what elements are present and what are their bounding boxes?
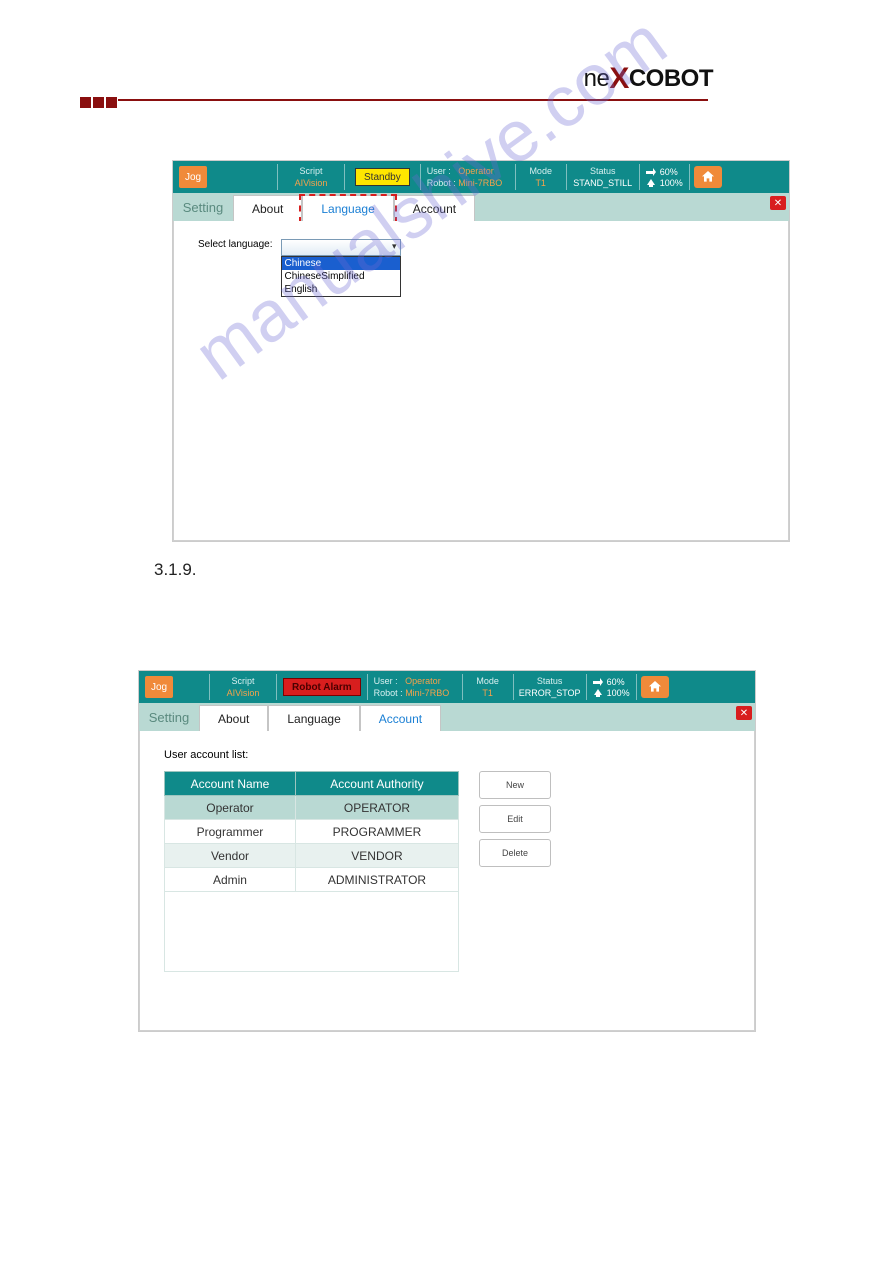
status-value: ERROR_STOP bbox=[519, 687, 581, 699]
delete-button[interactable]: Delete bbox=[479, 839, 551, 867]
script-value: AIVision bbox=[295, 177, 328, 189]
user-label: User : bbox=[374, 676, 398, 686]
script-label: Script bbox=[299, 165, 322, 177]
header-squares bbox=[80, 97, 117, 108]
select-language-label: Select language: bbox=[198, 239, 273, 250]
tab-language[interactable]: Language bbox=[302, 195, 393, 221]
robot-label: Robot : bbox=[374, 688, 403, 698]
status-label: Status bbox=[590, 165, 616, 177]
robot-value: Mini-7RBO bbox=[458, 178, 502, 188]
language-option-chinese-simplified[interactable]: ChineseSimplified bbox=[282, 270, 400, 283]
table-footer-blank bbox=[164, 892, 459, 972]
page-header: neXCOBOT bbox=[0, 0, 893, 100]
status-value: STAND_STILL bbox=[573, 177, 632, 189]
user-account-list-label: User account list: bbox=[164, 749, 730, 761]
override-icon bbox=[646, 179, 656, 187]
th-account-name: Account Name bbox=[165, 772, 296, 796]
setting-label: Setting bbox=[139, 703, 199, 731]
edit-button[interactable]: Edit bbox=[479, 805, 551, 833]
jog-button[interactable]: Jog bbox=[145, 676, 173, 698]
tab-language[interactable]: Language bbox=[268, 705, 359, 731]
robot-label: Robot : bbox=[427, 178, 456, 188]
speed-column: 60% 100% bbox=[640, 161, 689, 193]
tab-about[interactable]: About bbox=[233, 195, 302, 221]
header-rule bbox=[80, 94, 708, 106]
jog-button[interactable]: Jog bbox=[179, 166, 207, 188]
user-value: Operator bbox=[405, 676, 441, 686]
th-account-authority: Account Authority bbox=[295, 772, 458, 796]
section-number: 3.1.9. bbox=[154, 560, 793, 580]
nexcobot-logo: neXCOBOT bbox=[584, 62, 713, 96]
home-icon bbox=[647, 679, 663, 695]
close-button[interactable]: ✕ bbox=[736, 706, 752, 720]
status-pill-alarm: Robot Alarm bbox=[283, 678, 361, 696]
top-bar: Jog Script AIVision Standby User : Opera… bbox=[173, 161, 789, 193]
user-value: Operator bbox=[458, 166, 494, 176]
language-settings-window: Jog Script AIVision Standby User : Opera… bbox=[172, 160, 790, 542]
language-select[interactable] bbox=[281, 239, 401, 256]
table-row[interactable]: Admin ADMINISTRATOR bbox=[165, 868, 459, 892]
script-label: Script bbox=[231, 675, 254, 687]
user-label: User : bbox=[427, 166, 451, 176]
language-dropdown: Chinese ChineseSimplified English bbox=[281, 256, 401, 297]
mode-value: T1 bbox=[482, 687, 493, 699]
home-button[interactable] bbox=[641, 676, 669, 698]
script-value: AIVision bbox=[227, 687, 260, 699]
top-bar: Jog Script AIVision Robot Alarm User : O… bbox=[139, 671, 755, 703]
speed-icon bbox=[593, 678, 603, 686]
table-row[interactable]: Operator OPERATOR bbox=[165, 796, 459, 820]
override-icon bbox=[593, 689, 603, 697]
tab-bar: Setting About Language Account ✕ bbox=[139, 703, 755, 731]
account-panel: User account list: Account Name Account … bbox=[139, 731, 755, 1031]
status-label: Status bbox=[537, 675, 563, 687]
tab-about[interactable]: About bbox=[199, 705, 268, 731]
account-settings-window: Jog Script AIVision Robot Alarm User : O… bbox=[138, 670, 756, 1032]
tab-account[interactable]: Account bbox=[394, 195, 475, 221]
table-row[interactable]: Vendor VENDOR bbox=[165, 844, 459, 868]
mode-label: Mode bbox=[529, 165, 552, 177]
mode-value: T1 bbox=[535, 177, 546, 189]
home-icon bbox=[700, 169, 716, 185]
language-panel: Select language: Chinese ChineseSimplifi… bbox=[173, 221, 789, 541]
status-pill-standby: Standby bbox=[355, 168, 410, 186]
setting-label: Setting bbox=[173, 193, 233, 221]
language-option-english[interactable]: English bbox=[282, 283, 400, 296]
mode-label: Mode bbox=[476, 675, 499, 687]
close-button[interactable]: ✕ bbox=[770, 196, 786, 210]
tab-account[interactable]: Account bbox=[360, 705, 441, 731]
table-row[interactable]: Programmer PROGRAMMER bbox=[165, 820, 459, 844]
speed-column: 60% 100% bbox=[587, 671, 636, 703]
language-option-chinese[interactable]: Chinese bbox=[282, 257, 400, 270]
speed-icon bbox=[646, 168, 656, 176]
tab-bar: Setting About Language Account ✕ bbox=[173, 193, 789, 221]
home-button[interactable] bbox=[694, 166, 722, 188]
account-table: Account Name Account Authority Operator … bbox=[164, 771, 459, 892]
robot-value: Mini-7RBO bbox=[405, 688, 449, 698]
new-button[interactable]: New bbox=[479, 771, 551, 799]
